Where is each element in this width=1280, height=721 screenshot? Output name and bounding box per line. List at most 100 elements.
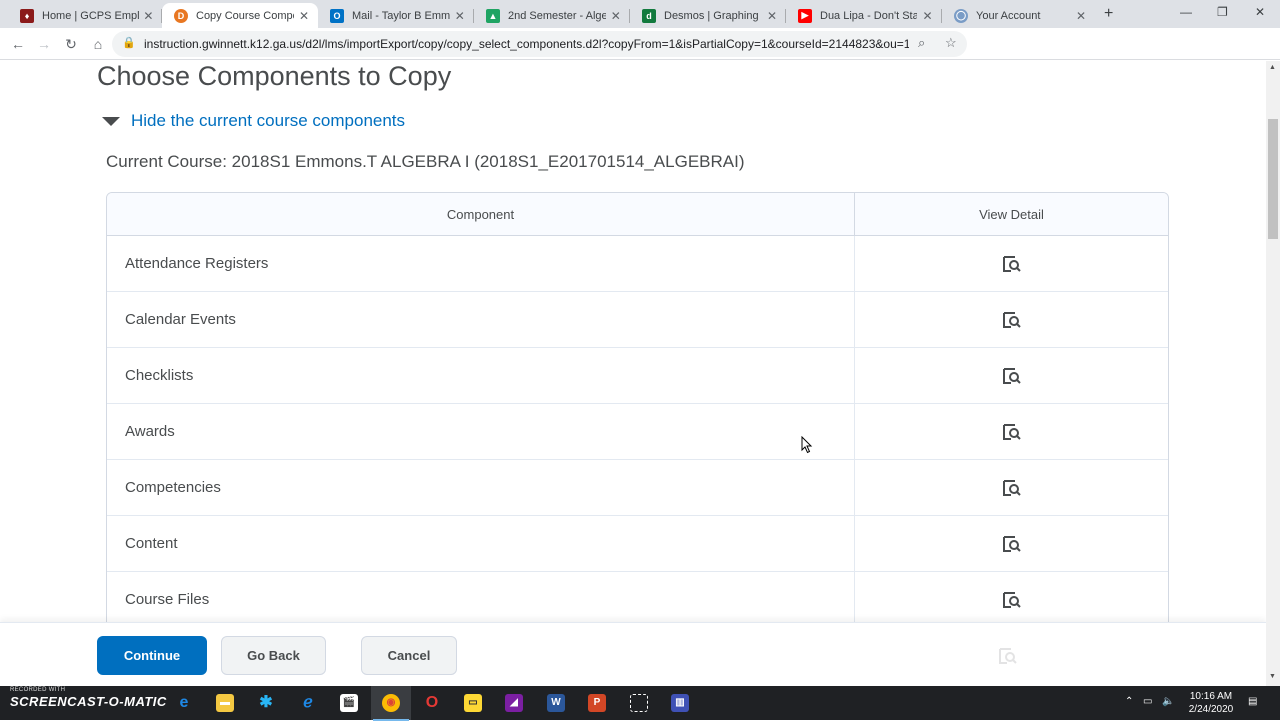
tab-title: Desmos | Graphing Cal bbox=[664, 9, 762, 22]
browser-toolbar: ← → ↻ ⌂ 🔒 instruction.gwinnett.k12.ga.us… bbox=[0, 28, 1280, 80]
tab-copy-course[interactable]: D Copy Course Compone ✕ bbox=[162, 3, 318, 28]
tab-title: Dua Lipa - Don't Start bbox=[820, 9, 918, 22]
close-icon[interactable]: ✕ bbox=[454, 9, 466, 23]
view-detail-icon bbox=[999, 648, 1017, 664]
close-icon[interactable]: ✕ bbox=[143, 9, 154, 23]
action-footer: Continue Go Back Cancel bbox=[0, 622, 1266, 686]
snipping-tool-icon[interactable] bbox=[630, 694, 648, 712]
close-icon[interactable]: ✕ bbox=[766, 9, 778, 23]
url-text[interactable]: instruction.gwinnett.k12.ga.us/d2l/lms/i… bbox=[144, 37, 909, 51]
scroll-up-icon[interactable]: ▲ bbox=[1269, 64, 1276, 71]
desmos-icon: d bbox=[642, 8, 656, 23]
view-detail-icon[interactable] bbox=[1002, 479, 1021, 497]
table-row: Calendar Events bbox=[107, 292, 1168, 348]
powerpoint-icon[interactable]: P bbox=[588, 694, 606, 712]
clock-time: 10:16 AM bbox=[1189, 691, 1233, 702]
tab-account[interactable]: ◯ Your Account ✕ bbox=[942, 3, 1096, 28]
component-name: Course Files bbox=[107, 572, 855, 628]
d2l-icon: D bbox=[174, 8, 188, 23]
close-icon[interactable]: ✕ bbox=[1074, 9, 1088, 23]
tab-title: 2nd Semester - Algebr bbox=[508, 9, 606, 22]
view-detail-icon[interactable] bbox=[1002, 535, 1021, 553]
view-detail-cell bbox=[855, 460, 1168, 516]
page-title: Choose Components to Copy bbox=[97, 61, 452, 91]
tab-desmos[interactable]: d Desmos | Graphing Cal ✕ bbox=[630, 3, 786, 28]
view-detail-cell bbox=[855, 404, 1168, 460]
cancel-button[interactable]: Cancel bbox=[361, 636, 457, 675]
tab-bar: ♦ Home | GCPS Employee ✕ D Copy Course C… bbox=[0, 0, 1280, 28]
table-row: Course Files bbox=[107, 572, 1168, 628]
video-editor-icon[interactable]: 🎬 bbox=[340, 694, 358, 712]
page-scrollbar[interactable]: ▲ ▼ bbox=[1266, 61, 1280, 686]
column-header-view-detail: View Detail bbox=[855, 193, 1168, 236]
tab-youtube[interactable]: ▶ Dua Lipa - Don't Start ✕ bbox=[786, 3, 942, 28]
scroll-down-icon[interactable]: ▼ bbox=[1269, 673, 1276, 680]
building-app-icon[interactable]: ▥ bbox=[671, 694, 689, 712]
internet-explorer-icon[interactable]: ℯ bbox=[299, 694, 317, 712]
tray-chevron-up-icon[interactable]: ⌃ bbox=[1125, 696, 1133, 707]
sticky-notes-icon[interactable]: ▭ bbox=[464, 694, 482, 712]
view-detail-icon[interactable] bbox=[1002, 423, 1021, 441]
component-name: Content bbox=[107, 516, 855, 572]
store-icon[interactable]: ✱ bbox=[257, 694, 275, 712]
system-clock[interactable]: 10:16 AM 2/24/2020 bbox=[1186, 690, 1236, 716]
recorded-with-label: RECORDED WITH bbox=[10, 687, 66, 693]
hide-components-toggle[interactable]: Hide the current course components bbox=[102, 111, 405, 131]
youtube-icon: ▶ bbox=[798, 8, 812, 23]
opera-icon[interactable]: O bbox=[423, 694, 441, 712]
tab-title: Copy Course Compone bbox=[196, 9, 294, 22]
close-icon[interactable]: ✕ bbox=[921, 9, 934, 23]
windows-taskbar: RECORDED WITH SCREENCAST-O-MATIC e ▬ ✱ ℯ… bbox=[0, 686, 1280, 721]
bookmark-star-icon[interactable]: ☆ bbox=[945, 35, 957, 51]
battery-icon[interactable]: ▭ bbox=[1143, 696, 1152, 707]
close-icon[interactable]: ✕ bbox=[298, 9, 310, 23]
tab-mail[interactable]: O Mail - Taylor B Emmon ✕ bbox=[318, 3, 474, 28]
close-icon[interactable]: ✕ bbox=[610, 9, 622, 23]
notifications-icon[interactable]: ▤ bbox=[1248, 696, 1257, 707]
maximize-icon[interactable]: ❐ bbox=[1217, 5, 1228, 19]
view-detail-icon[interactable] bbox=[1002, 311, 1021, 329]
scroll-thumb[interactable] bbox=[1268, 119, 1278, 239]
component-name: Competencies bbox=[107, 460, 855, 516]
table-row: Content bbox=[107, 516, 1168, 572]
view-detail-icon[interactable] bbox=[1002, 367, 1021, 385]
column-header-component: Component bbox=[107, 193, 855, 236]
forward-icon[interactable]: → bbox=[34, 34, 54, 54]
minimize-icon[interactable]: — bbox=[1180, 5, 1192, 19]
word-icon[interactable]: W bbox=[547, 694, 565, 712]
tab-drive[interactable]: ▲ 2nd Semester - Algebr ✕ bbox=[474, 3, 630, 28]
home-icon[interactable]: ⌂ bbox=[88, 34, 108, 54]
account-icon: ◯ bbox=[954, 8, 968, 23]
address-bar[interactable]: 🔒 instruction.gwinnett.k12.ga.us/d2l/lms… bbox=[112, 31, 967, 57]
new-tab-icon[interactable]: + bbox=[1104, 5, 1113, 23]
table-row: Awards bbox=[107, 404, 1168, 460]
chrome-icon[interactable]: ◉ bbox=[373, 694, 409, 721]
clock-date: 2/24/2020 bbox=[1188, 704, 1234, 715]
mouse-cursor-icon bbox=[801, 436, 813, 454]
view-detail-cell bbox=[855, 236, 1168, 292]
continue-button[interactable]: Continue bbox=[97, 636, 207, 675]
view-detail-cell bbox=[855, 572, 1168, 628]
table-row: Checklists bbox=[107, 348, 1168, 404]
outlook-icon: O bbox=[330, 8, 344, 23]
hide-components-link[interactable]: Hide the current course components bbox=[131, 111, 405, 131]
view-detail-icon[interactable] bbox=[1002, 591, 1021, 609]
caret-down-icon[interactable] bbox=[102, 116, 120, 126]
file-explorer-icon[interactable]: ▬ bbox=[216, 694, 234, 712]
go-back-button[interactable]: Go Back bbox=[221, 636, 326, 675]
back-icon[interactable]: ← bbox=[8, 34, 28, 54]
component-name: Checklists bbox=[107, 348, 855, 404]
gcps-icon: ♦ bbox=[20, 8, 34, 23]
tab-gcps-home[interactable]: ♦ Home | GCPS Employee ✕ bbox=[8, 3, 162, 28]
drive-icon: ▲ bbox=[486, 8, 500, 23]
view-detail-cell bbox=[855, 348, 1168, 404]
table-row: Attendance Registers bbox=[107, 236, 1168, 292]
tab-title: Your Account bbox=[976, 9, 1041, 22]
reload-icon[interactable]: ↻ bbox=[61, 34, 81, 54]
zoom-icon[interactable]: ⌕ bbox=[918, 35, 925, 51]
window-close-icon[interactable]: ✕ bbox=[1255, 5, 1265, 19]
edge-icon[interactable]: e bbox=[175, 694, 193, 712]
visual-studio-icon[interactable]: ◢ bbox=[505, 694, 523, 712]
volume-icon[interactable]: 🔈 bbox=[1162, 696, 1174, 707]
view-detail-icon[interactable] bbox=[1002, 255, 1021, 273]
